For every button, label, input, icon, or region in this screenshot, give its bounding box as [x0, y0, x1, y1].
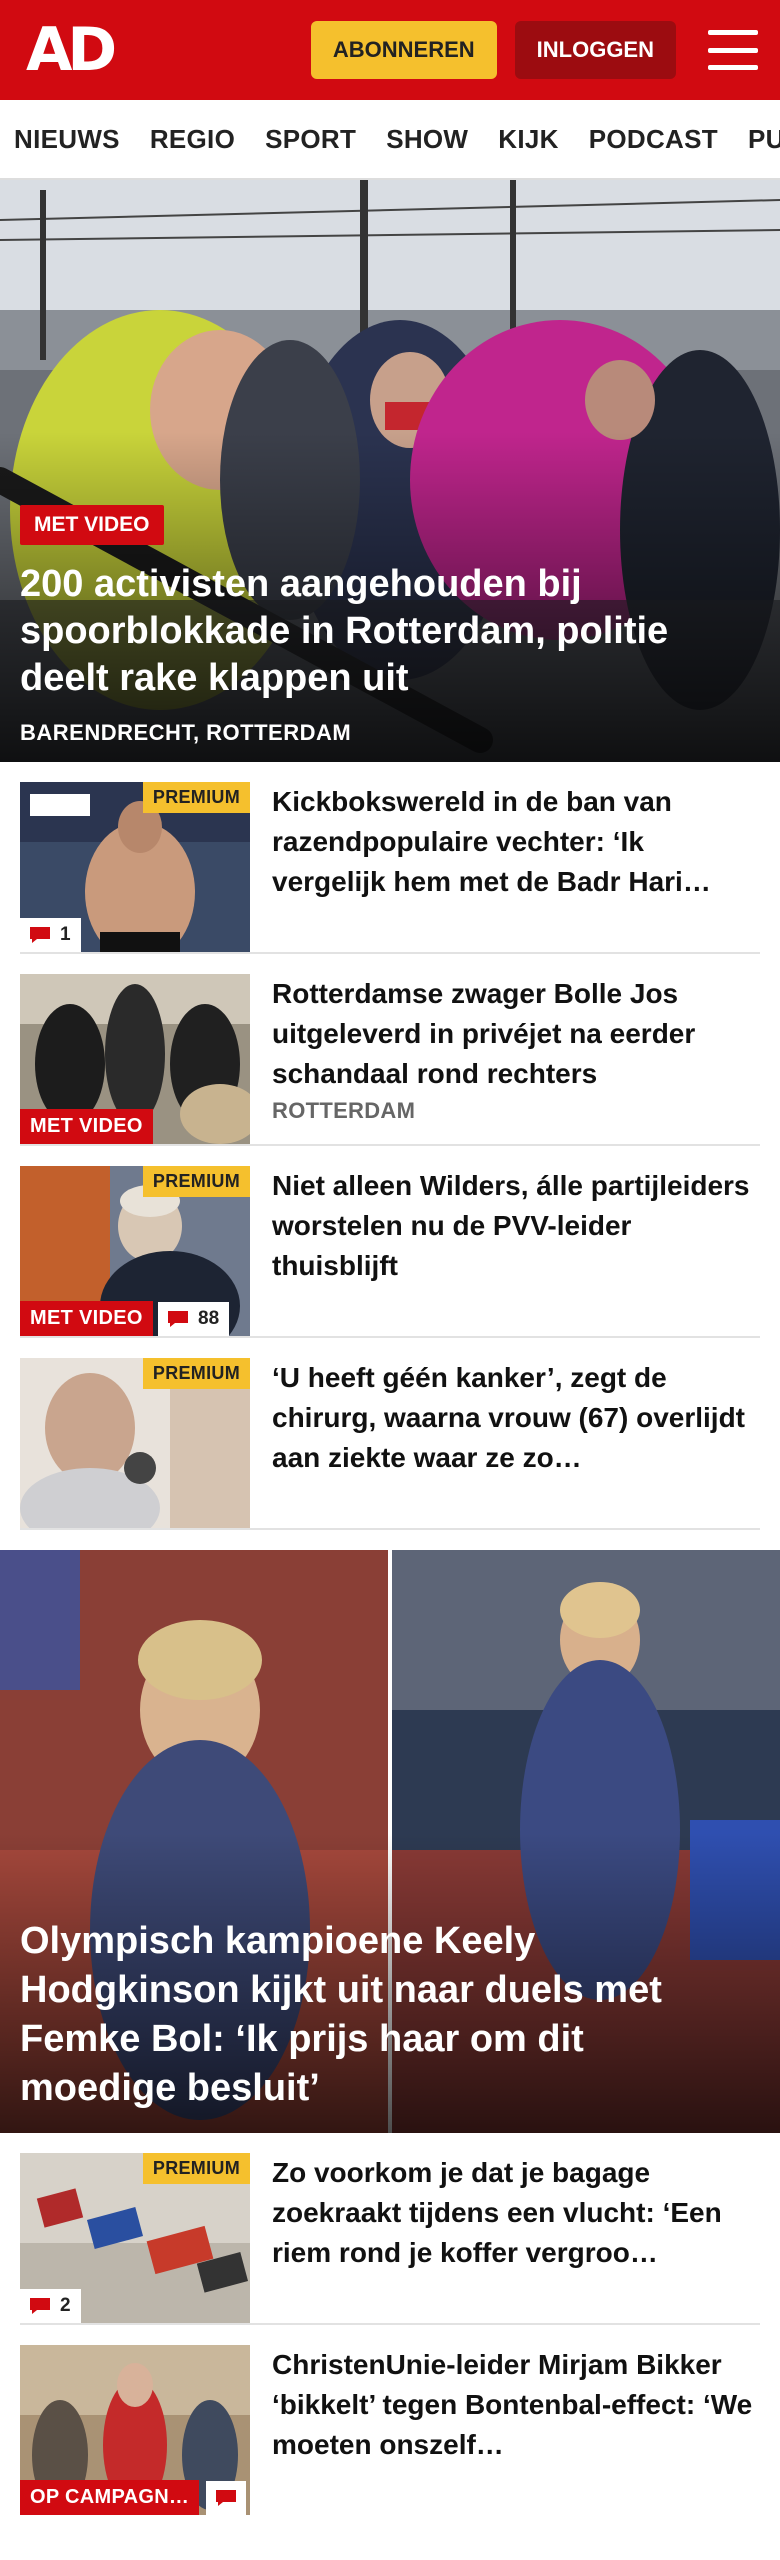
list-item[interactable]: OP CAMPAGN… ChristenUnie-leider Mirjam B…	[20, 2325, 760, 2517]
subscribe-button[interactable]: ABONNEREN	[310, 21, 497, 79]
article-thumbnail: PREMIUM 1	[20, 782, 250, 952]
article-headline[interactable]: Kickbokswereld in de ban van razendpopul…	[272, 782, 760, 902]
comment-count[interactable]: 2	[20, 2289, 81, 2323]
nav-item-nieuws[interactable]: NIEUWS	[14, 124, 120, 155]
hero-location: BARENDRECHT, ROTTERDAM	[20, 720, 352, 745]
video-badge: MET VIDEO	[20, 1109, 153, 1144]
nav-item-sport[interactable]: SPORT	[265, 124, 356, 155]
comment-icon	[168, 1311, 188, 1327]
premium-badge: PREMIUM	[142, 1166, 250, 1197]
video-badge: MET VIDEO	[20, 1301, 153, 1336]
menu-icon[interactable]	[708, 30, 758, 70]
comment-count[interactable]: 88	[158, 1302, 230, 1336]
article-thumbnail: PREMIUM 2	[20, 2153, 250, 2323]
nav-item-show[interactable]: SHOW	[386, 124, 468, 155]
comment-icon-button[interactable]	[206, 2481, 246, 2515]
nav-item-kijk[interactable]: KIJK	[498, 124, 558, 155]
video-badge: MET VIDEO	[20, 505, 164, 545]
feature-headline[interactable]: Olympisch kampioene Keely Hodgkinson kij…	[20, 1917, 750, 2113]
nav-item-podcast[interactable]: PODCAST	[589, 124, 718, 155]
ad-logo[interactable]: AD	[26, 20, 117, 80]
nav-item-regio[interactable]: REGIO	[150, 124, 235, 155]
comment-icon	[216, 2490, 236, 2506]
list-item[interactable]: PREMIUM MET VIDEO 88 Niet alleen Wilders…	[20, 1146, 760, 1338]
article-list-secondary: PREMIUM 2 Zo voorkom je dat je bagage zo…	[0, 2133, 780, 2517]
feature-article[interactable]: Olympisch kampioene Keely Hodgkinson kij…	[0, 1550, 780, 2133]
campaign-badge: OP CAMPAGN…	[20, 2480, 200, 2515]
article-headline[interactable]: Rotterdamse zwager Bolle Jos uitgeleverd…	[272, 974, 760, 1094]
list-item[interactable]: PREMIUM 1 Kickbokswereld in de ban van r…	[20, 762, 760, 954]
nav-item-puzzel[interactable]: PUZZ	[748, 124, 780, 155]
premium-badge: PREMIUM	[142, 2153, 250, 2184]
login-button[interactable]: INLOGGEN	[514, 21, 676, 79]
article-thumbnail: OP CAMPAGN…	[20, 2345, 250, 2515]
premium-badge: PREMIUM	[142, 1358, 250, 1389]
comment-icon	[30, 927, 50, 943]
section-nav: NIEUWS REGIO SPORT SHOW KIJK PODCAST PUZ…	[0, 100, 780, 180]
list-item[interactable]: PREMIUM 2 Zo voorkom je dat je bagage zo…	[20, 2133, 760, 2325]
article-headline[interactable]: Niet alleen Wilders, álle partijlei­ders…	[272, 1166, 760, 1286]
article-thumbnail: PREMIUM	[20, 1358, 250, 1528]
article-headline[interactable]: ‘U heeft géén kanker’, zegt de chirurg, …	[272, 1358, 760, 1478]
article-thumbnail: MET VIDEO	[20, 974, 250, 1144]
article-location: ROTTERDAM	[272, 1098, 416, 1123]
comment-icon	[30, 2298, 50, 2314]
top-header: AD ABONNEREN INLOGGEN	[0, 0, 780, 100]
hero-article[interactable]: MET VIDEO 200 activisten aangehouden bij…	[0, 180, 780, 762]
list-item[interactable]: MET VIDEO Rotterdamse zwager Bolle Jos u…	[20, 954, 760, 1146]
article-list: PREMIUM 1 Kickbokswereld in de ban van r…	[0, 762, 780, 1530]
premium-badge: PREMIUM	[142, 782, 250, 813]
article-thumbnail: PREMIUM MET VIDEO 88	[20, 1166, 250, 1336]
hero-headline[interactable]: 200 activisten aangehouden bij spoorblok…	[20, 561, 740, 702]
comment-count[interactable]: 1	[20, 918, 81, 952]
list-item[interactable]: PREMIUM ‘U heeft géén kanker’, zegt de c…	[20, 1338, 760, 1530]
article-headline[interactable]: Zo voorkom je dat je bagage zoekraakt ti…	[272, 2153, 760, 2273]
article-headline[interactable]: ChristenUnie-leider Mirjam Bikker ‘bikke…	[272, 2345, 760, 2465]
